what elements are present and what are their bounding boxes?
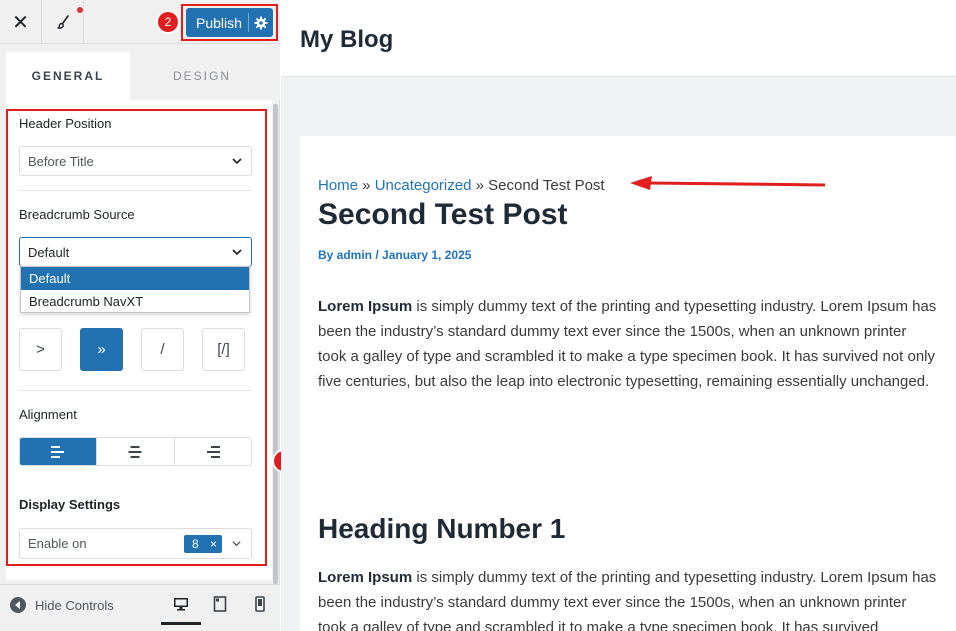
breadcrumb-home-link[interactable]: Home [318, 177, 358, 194]
active-device-indicator [161, 622, 201, 625]
align-right-button[interactable] [175, 438, 251, 465]
site-title[interactable]: My Blog [300, 26, 393, 54]
chip-count: 8 [192, 537, 199, 551]
breadcrumb-source-value: Default [28, 244, 70, 260]
header-position-select[interactable]: Before Title [19, 146, 252, 176]
site-header: My Blog [281, 0, 956, 77]
post-paragraph: Lorem Ipsum is simply dummy text of the … [318, 294, 938, 394]
separator-option-double-arrow[interactable]: » [80, 328, 123, 371]
align-right-icon [206, 445, 220, 458]
selected-count-chip: 8 × [184, 535, 222, 553]
align-left-button[interactable] [20, 438, 98, 465]
section-divider [19, 390, 252, 391]
publish-settings-button[interactable] [249, 16, 273, 30]
header-position-label: Header Position [19, 116, 112, 131]
dropdown-option-breadcrumb-navxt[interactable]: Breadcrumb NavXT [21, 290, 249, 313]
breadcrumb-current: Second Test Post [488, 177, 605, 194]
breadcrumb-separator: » [471, 177, 489, 194]
paragraph-bold-lead: Lorem Ipsum [318, 569, 413, 586]
chevron-down-icon [232, 249, 242, 256]
breadcrumb: Home » Uncategorized » Second Test Post [318, 177, 605, 194]
sidebar-scrollbar[interactable] [273, 104, 278, 584]
post-paragraph: Lorem Ipsum is simply dummy text of the … [318, 565, 938, 631]
hide-controls-label: Hide Controls [35, 597, 114, 613]
post-meta[interactable]: By admin / January 1, 2025 [318, 248, 471, 262]
header-position-value: Before Title [28, 153, 94, 169]
collapse-icon [10, 597, 26, 613]
breadcrumb-category-link[interactable]: Uncategorized [375, 177, 472, 194]
enable-on-multiselect[interactable]: Enable on 8 × [19, 528, 252, 559]
display-settings-label: Display Settings [19, 497, 121, 512]
post-title: Second Test Post [318, 198, 568, 231]
gear-icon [254, 16, 268, 29]
hide-controls-button[interactable]: Hide Controls [10, 597, 114, 613]
align-center-icon [128, 445, 142, 458]
desktop-icon [174, 598, 188, 611]
unsaved-indicator-dot [77, 7, 83, 13]
breadcrumb-separator: » [358, 177, 375, 194]
tab-general[interactable]: GENERAL [6, 52, 130, 100]
close-icon: ✕ [12, 11, 29, 34]
step-badge-2: 2 [158, 12, 178, 32]
breadcrumb-source-select[interactable]: Default [19, 237, 252, 267]
sidebar-topbar: ✕ 2 Publish [0, 0, 280, 44]
customizer-sidebar: ✕ 2 Publish GENERAL DESIGN Header Positi… [0, 0, 294, 631]
mobile-icon [255, 596, 265, 612]
device-tablet-button[interactable] [209, 596, 231, 616]
publish-label: Publish [196, 14, 242, 31]
alignment-label: Alignment [19, 407, 77, 422]
separator-option-arrow[interactable]: > [19, 328, 62, 371]
enable-on-label: Enable on [28, 536, 87, 551]
device-mobile-button[interactable] [249, 596, 271, 616]
chevron-down-icon [232, 541, 241, 547]
paragraph-bold-lead: Lorem Ipsum [318, 298, 413, 315]
breadcrumb-source-label: Breadcrumb Source [19, 207, 135, 222]
align-center-button[interactable] [97, 438, 175, 465]
section-heading: Heading Number 1 [318, 513, 566, 544]
section-divider [19, 190, 252, 191]
breadcrumb-source-dropdown: Default Breadcrumb NavXT [20, 266, 250, 313]
tab-design[interactable]: DESIGN [140, 52, 264, 100]
separator-option-bracket-slash[interactable]: [/] [202, 328, 245, 371]
panel-tabs: GENERAL DESIGN [0, 44, 280, 100]
brush-icon [56, 15, 69, 29]
dropdown-option-default[interactable]: Default [21, 267, 249, 290]
align-left-icon [51, 445, 65, 458]
tablet-icon [213, 596, 227, 612]
site-preview: My Blog Home » Uncategorized » Second Te… [281, 0, 956, 631]
chevron-down-icon [232, 158, 242, 165]
alignment-button-group [19, 437, 252, 466]
annotation-arrow [630, 176, 826, 190]
customizer-app: ✕ 2 Publish GENERAL DESIGN Header Positi… [0, 0, 956, 631]
publish-button[interactable]: Publish [186, 8, 273, 37]
sidebar-bottombar: Hide Controls [0, 584, 280, 631]
separator-option-slash[interactable]: / [141, 328, 184, 371]
chip-remove-icon[interactable]: × [210, 537, 217, 551]
close-button[interactable]: ✕ [0, 0, 42, 44]
device-desktop-button[interactable] [170, 596, 192, 616]
